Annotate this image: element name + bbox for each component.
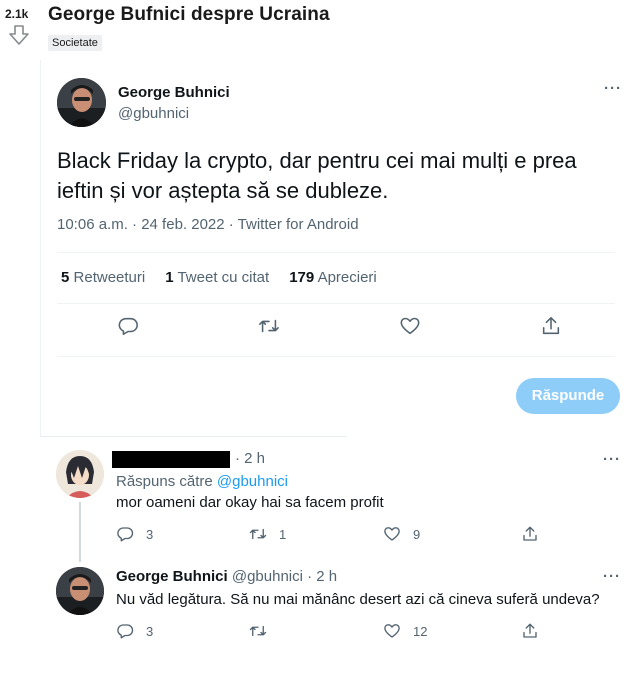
comment-bubble-icon xyxy=(117,527,134,542)
divider xyxy=(40,436,346,437)
comment-bubble-icon[interactable] xyxy=(117,315,141,339)
avatar[interactable] xyxy=(56,450,104,498)
heart-icon xyxy=(384,624,400,638)
likes-stat[interactable]: 179 Aprecieri xyxy=(289,269,377,286)
more-options-icon[interactable]: ··· xyxy=(604,80,622,97)
tweet-text: Black Friday la crypto, dar pentru cei m… xyxy=(57,148,577,203)
quotes-stat[interactable]: 1 Tweet cu citat xyxy=(165,269,269,286)
reply-author-name: George Buhnici xyxy=(116,568,228,585)
retweets-stat[interactable]: 5 Retweeturi xyxy=(61,269,145,286)
thread-line xyxy=(79,502,81,562)
quotes-label: Tweet cu citat xyxy=(177,269,270,286)
reply-author-handle: @gbuhnici · 2 h xyxy=(231,568,338,585)
downvote-arrow-icon[interactable] xyxy=(8,24,30,46)
quotes-count: 1 xyxy=(165,269,174,286)
divider xyxy=(57,252,615,253)
tweet-card: George Buhnici @gbuhnici ··· Black Frida… xyxy=(40,60,631,436)
avatar[interactable] xyxy=(56,567,104,615)
replying-handle-link[interactable]: @gbuhnici xyxy=(217,473,288,490)
replying-prefix: Răspuns către xyxy=(116,473,213,490)
reply-actions: 3 1 9 xyxy=(116,525,546,547)
retweet-action[interactable] xyxy=(249,622,279,640)
author-handle[interactable]: @gbuhnici xyxy=(118,105,189,122)
like-count: 9 xyxy=(413,526,421,542)
retweet-icon[interactable] xyxy=(258,315,282,339)
tweet-actions xyxy=(57,315,615,345)
retweet-icon xyxy=(249,528,267,540)
comment-bubble-icon xyxy=(117,624,134,639)
reply-text: mor oameni dar okay hai sa facem profit xyxy=(116,494,384,511)
replying-to: Răspuns către @gbuhnici xyxy=(116,473,288,490)
tweet-meta[interactable]: 10:06 a.m. · 24 feb. 2022 · Twitter for … xyxy=(57,216,359,233)
reply-author[interactable]: George Buhnici @gbuhnici · 2 h xyxy=(116,568,337,585)
redacted-username xyxy=(112,451,230,468)
reply-actions: 3 12 xyxy=(116,622,546,644)
retweets-label: Retweeturi xyxy=(73,269,146,286)
reply-text: Nu văd legătura. Să nu mai mănânc desert… xyxy=(116,591,600,608)
avatar[interactable] xyxy=(57,78,106,127)
reply-action[interactable]: 3 xyxy=(116,525,153,543)
divider xyxy=(57,303,615,304)
reply-button[interactable]: Răspunde xyxy=(516,378,620,414)
like-count: 12 xyxy=(413,623,428,639)
more-options-icon[interactable]: ··· xyxy=(603,568,621,585)
reply-action[interactable]: 3 xyxy=(116,622,153,640)
post-title[interactable]: George Bufnici despre Ucraina xyxy=(48,4,330,26)
post-flair[interactable]: Societate xyxy=(48,35,102,51)
retweet-icon xyxy=(249,625,267,637)
share-icon xyxy=(523,623,537,638)
divider xyxy=(57,356,615,357)
share-icon[interactable] xyxy=(540,315,564,339)
retweet-count: 1 xyxy=(279,526,287,542)
share-icon xyxy=(523,526,537,541)
tweet-stats: 5 Retweeturi 1 Tweet cu citat 179 Apreci… xyxy=(61,269,377,286)
retweets-count: 5 xyxy=(61,269,70,286)
heart-icon xyxy=(384,527,400,541)
reply-time[interactable]: · 2 h xyxy=(235,450,265,467)
like-action[interactable]: 12 xyxy=(383,622,427,640)
likes-count: 179 xyxy=(289,269,315,286)
more-options-icon[interactable]: ··· xyxy=(603,451,621,468)
share-action[interactable] xyxy=(521,525,539,543)
post-score: 2.1k xyxy=(5,7,29,21)
author-name[interactable]: George Buhnici xyxy=(118,84,230,101)
share-action[interactable] xyxy=(521,622,539,640)
reply-count: 3 xyxy=(146,526,154,542)
reply-count: 3 xyxy=(146,623,154,639)
retweet-action[interactable]: 1 xyxy=(249,525,286,543)
like-action[interactable]: 9 xyxy=(383,525,420,543)
heart-icon[interactable] xyxy=(399,315,423,339)
likes-label: Aprecieri xyxy=(317,269,377,286)
